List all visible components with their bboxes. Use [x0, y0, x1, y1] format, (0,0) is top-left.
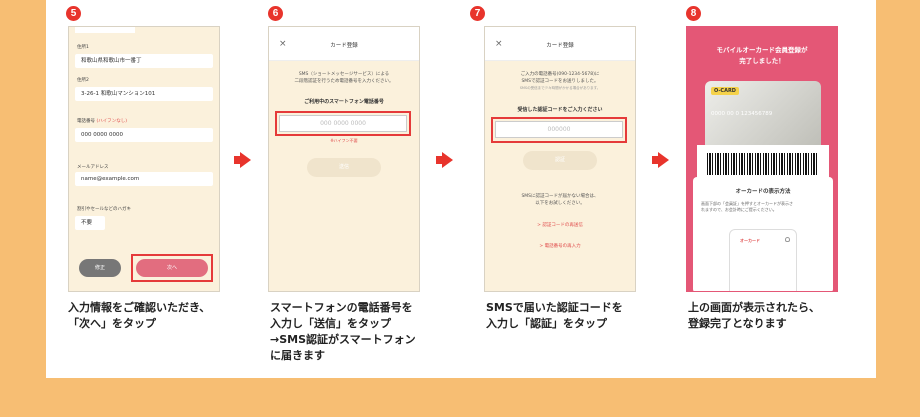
no-sms-line: 以下をお試しください。 — [535, 201, 585, 206]
mini-phone-frame: オーカード — [729, 229, 797, 291]
complete-line: モバイルオーカード会員登録が — [716, 46, 808, 54]
caption-line: 入力し「認証」をタップ — [486, 317, 607, 330]
addr2-field[interactable]: 3-26-1 和歌山マンション101 — [75, 87, 213, 101]
mail-label: 割引やセールなどのハガキ — [77, 207, 131, 212]
auth-button[interactable]: 認証 — [523, 151, 597, 170]
phone-hint: (ハイフンなし) — [96, 119, 127, 124]
step-number-8: 8 — [686, 6, 701, 21]
desc-line: SMSで認証コードをお送りしました。 — [521, 79, 599, 84]
barcode-icon — [707, 153, 819, 175]
hyphen-hint: ※ハイフン不要 — [330, 138, 358, 143]
addr1-field[interactable]: 和歌山県和歌山市一番丁 — [75, 54, 213, 68]
screen-header: × カード登録 — [269, 27, 419, 61]
highlight-next — [131, 254, 213, 282]
phone-label-text: 電話番号 — [77, 119, 95, 124]
no-sms-line: SMSに認証コードが届かない場合は、 — [521, 194, 599, 199]
back-button[interactable]: 修正 — [79, 259, 121, 277]
bell-icon — [785, 237, 790, 242]
resend-code-link[interactable]: > 認証コードの再送信 — [485, 222, 635, 228]
caption-line: に届きます — [270, 349, 325, 362]
caption-line: SMSで届いた認証コードを — [486, 301, 623, 314]
caption-step-7: SMSで届いた認証コードを 入力し「認証」をタップ — [486, 300, 623, 332]
desc-line: 二段階認証を行うため電話番号を入力ください。 — [294, 79, 394, 84]
desc-line: SMS（ショートメッセージサービス）による — [298, 72, 390, 77]
step-number-7: 7 — [470, 6, 485, 21]
caption-line: 「次へ」をタップ — [68, 317, 156, 330]
caption-step-6: スマートフォンの電話番号を 入力し「送信」をタップ →SMS認証がスマートフォン… — [270, 300, 416, 364]
highlight-phone-input — [275, 111, 411, 136]
complete-message: モバイルオーカード会員登録が 完了しました！ — [687, 45, 837, 67]
caption-line: 登録完了となります — [688, 317, 787, 330]
email-field[interactable]: name@example.com — [75, 172, 213, 186]
caption-line: 入力情報をご確認いただき、 — [68, 301, 211, 314]
caption-step-5: 入力情報をご確認いただき、 「次へ」をタップ — [68, 300, 210, 332]
step-number-6: 6 — [268, 6, 283, 21]
screen-title: カード登録 — [330, 43, 358, 49]
screen-header: × カード登録 — [485, 27, 635, 61]
top-field-stub — [75, 27, 135, 33]
caption-line: →SMS認証がスマートフォン — [270, 333, 416, 346]
card-number: 0000 00 0 123456789 — [711, 111, 773, 117]
send-button[interactable]: 送信 — [307, 158, 381, 177]
addr2-label: 住所2 — [77, 78, 89, 83]
phone-label: 電話番号 (ハイフンなし) — [77, 118, 127, 124]
membership-card: O-CARD 0000 00 0 123456789 — [705, 81, 821, 153]
phone-screen-sms-phone: × カード登録 SMS（ショートメッセージサービス）による 二段階認証を行うため… — [268, 26, 420, 292]
phone-screen-sms-code: × カード登録 ご入力の電話番号(090-1234-5678)に SMSで認証コ… — [484, 26, 636, 292]
how-to-box: オーカードの表示方法 画面下部の「会員証」を押すとオーカードが表示さ れますので… — [693, 177, 833, 291]
how-line: れますので、お会計時にご提示ください。 — [701, 207, 777, 212]
highlight-code-input — [491, 117, 627, 143]
step-number-5: 5 — [66, 6, 81, 21]
how-desc: 画面下部の「会員証」を押すとオーカードが表示さ れますので、お会計時にご提示くだ… — [701, 201, 793, 213]
complete-line: 完了しました！ — [739, 57, 785, 65]
arrow-right-icon — [234, 152, 251, 168]
reenter-phone-link[interactable]: > 電話番号の再入力 — [485, 243, 635, 249]
field-label: 受信した認証コードをご入力ください — [517, 107, 603, 113]
field-label: ご利用中のスマートフォン電話番号 — [304, 99, 384, 105]
arrow-right-icon — [436, 152, 453, 168]
how-title: オーカードの表示方法 — [735, 189, 791, 195]
email-label: メールアドレス — [77, 165, 109, 170]
caption-line: スマートフォンの電話番号を — [270, 301, 413, 314]
caption-line: 上の画面が表示されたら、 — [688, 301, 820, 314]
caption-step-8: 上の画面が表示されたら、 登録完了となります — [688, 300, 820, 332]
mini-logo: オーカード — [740, 238, 760, 243]
caption-line: 入力し「送信」をタップ — [270, 317, 391, 330]
mail-select[interactable]: 不要 — [75, 216, 105, 230]
instruction-panel: 5 住所1 和歌山県和歌山市一番丁 住所2 3-26-1 和歌山マンション101… — [46, 0, 876, 378]
phone-field[interactable]: 000 0000 0000 — [75, 128, 213, 142]
phone-screen-complete: モバイルオーカード会員登録が 完了しました！ O-CARD 0000 00 0 … — [686, 26, 838, 292]
card-logo: O-CARD — [711, 87, 739, 95]
desc-note: SMSの受信まで少々時間がかかる場合があります。 — [519, 86, 601, 90]
addr1-label: 住所1 — [77, 45, 89, 50]
phone-screen-input-confirm: 住所1 和歌山県和歌山市一番丁 住所2 3-26-1 和歌山マンション101 電… — [68, 26, 220, 292]
screen-title: カード登録 — [546, 43, 574, 49]
arrow-right-icon — [652, 152, 669, 168]
desc-line: ご入力の電話番号(090-1234-5678)に — [520, 72, 600, 77]
